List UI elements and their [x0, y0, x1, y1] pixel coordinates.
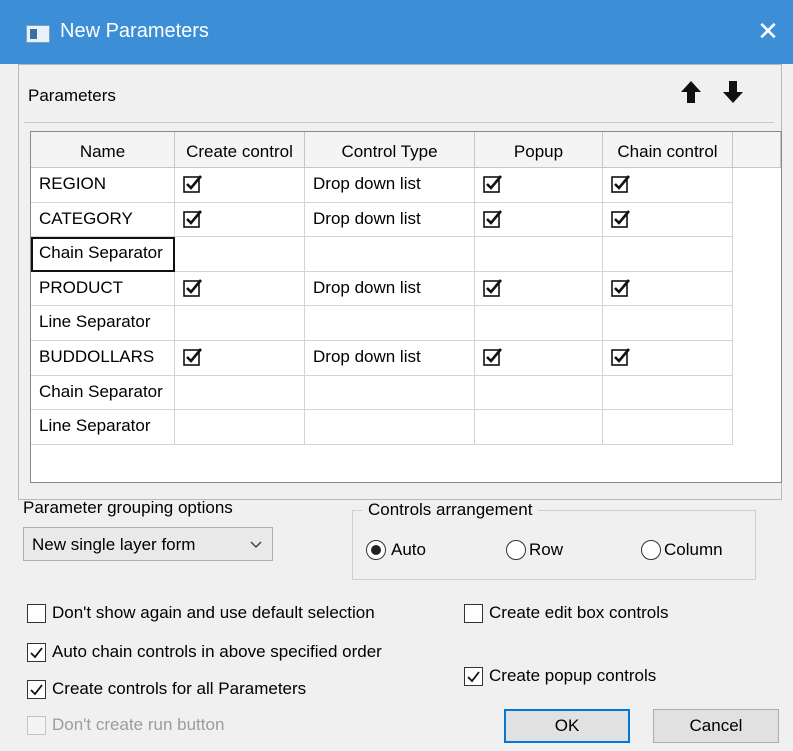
cell-create-control[interactable] [175, 410, 305, 445]
cell-chain-control[interactable] [603, 168, 733, 203]
checkbox-checked-icon[interactable] [611, 174, 631, 194]
cell-create-control[interactable] [175, 375, 305, 411]
cell-create-control[interactable] [175, 306, 305, 341]
create-all-label: Create controls for all Parameters [52, 679, 307, 698]
no-run-button-checkbox [27, 716, 46, 735]
check-icon [467, 671, 480, 683]
cell-chain-control[interactable] [603, 271, 733, 307]
cell-name[interactable]: PRODUCT [31, 271, 175, 307]
cell-chain-control[interactable] [603, 306, 733, 341]
radio-row-label: Row [529, 540, 564, 559]
divider [24, 122, 774, 123]
cell-name[interactable]: REGION [31, 168, 175, 203]
checkbox-checked-icon[interactable] [183, 278, 203, 298]
cell-name[interactable]: BUDDOLLARS [31, 341, 175, 376]
checkbox-checked-icon[interactable] [483, 347, 503, 367]
arrangement-label: Controls arrangement [362, 500, 539, 520]
grouping-label: Parameter grouping options [23, 498, 233, 517]
checkbox-checked-icon[interactable] [611, 278, 631, 298]
cell-create-control[interactable] [175, 271, 305, 307]
cell-chain-control[interactable] [603, 375, 733, 411]
parameters-grid[interactable]: Name Create control Control Type Popup Chain… [30, 131, 782, 483]
auto-chain-label: Auto chain controls in above specified o… [52, 642, 382, 661]
cell-chain-control[interactable] [603, 202, 733, 238]
radio-column[interactable] [641, 540, 661, 560]
create-all-checkbox[interactable] [27, 680, 46, 699]
radio-column-label: Column [664, 540, 723, 559]
cell-popup[interactable] [475, 271, 603, 307]
header-name[interactable]: Name [31, 132, 175, 168]
radio-auto-label: Auto [391, 540, 426, 559]
arrow-down-icon[interactable] [720, 78, 746, 106]
checkbox-checked-icon[interactable] [183, 209, 203, 229]
close-icon[interactable]: ✕ [751, 14, 785, 48]
cell-popup[interactable] [475, 168, 603, 203]
chevron-down-icon [250, 541, 262, 548]
cell-control-type[interactable]: Drop down list [305, 202, 475, 238]
radio-auto[interactable] [366, 540, 386, 560]
no-run-button-label: Don't create run button [52, 715, 225, 734]
grouping-value: New single layer form [32, 535, 196, 554]
grouping-dropdown[interactable]: New single layer form [23, 527, 273, 561]
header-control-type[interactable]: Control Type [305, 132, 475, 168]
checkbox-checked-icon[interactable] [183, 347, 203, 367]
cell-chain-control[interactable] [603, 341, 733, 376]
cell-name[interactable]: CATEGORY [31, 202, 175, 238]
header-create-control[interactable]: Create control [175, 132, 305, 168]
checkbox-checked-icon[interactable] [483, 278, 503, 298]
arrow-up-icon[interactable] [678, 78, 704, 106]
edit-box-label: Create edit box controls [489, 603, 669, 622]
popup-controls-label: Create popup controls [489, 666, 657, 685]
cell-control-type[interactable]: Drop down list [305, 341, 475, 376]
cell-name[interactable]: Line Separator [31, 410, 175, 445]
checkbox-checked-icon[interactable] [611, 347, 631, 367]
cell-create-control[interactable] [175, 168, 305, 203]
dont-show-label: Don't show again and use default selecti… [52, 603, 375, 622]
cell-popup[interactable] [475, 306, 603, 341]
cell-create-control[interactable] [175, 237, 305, 272]
app-icon [26, 25, 50, 43]
auto-chain-checkbox[interactable] [27, 643, 46, 662]
cell-chain-control[interactable] [603, 237, 733, 272]
cell-popup[interactable] [475, 375, 603, 411]
popup-controls-checkbox[interactable] [464, 667, 483, 686]
cell-control-type[interactable] [305, 306, 475, 341]
title-bar: New Parameters ✕ [0, 0, 793, 64]
cell-control-type[interactable]: Drop down list [305, 271, 475, 307]
cell-create-control[interactable] [175, 341, 305, 376]
cell-control-type[interactable] [305, 237, 475, 272]
check-icon [30, 684, 43, 696]
header-filler [733, 132, 781, 168]
cell-popup[interactable] [475, 341, 603, 376]
cell-create-control[interactable] [175, 202, 305, 238]
radio-row[interactable] [506, 540, 526, 560]
cancel-button[interactable]: Cancel [653, 709, 779, 743]
checkbox-checked-icon[interactable] [483, 174, 503, 194]
checkbox-checked-icon[interactable] [483, 209, 503, 229]
cell-control-type[interactable] [305, 375, 475, 411]
checkbox-checked-icon[interactable] [611, 209, 631, 229]
cell-popup[interactable] [475, 237, 603, 272]
window-title: New Parameters [60, 20, 209, 42]
cell-chain-control[interactable] [603, 410, 733, 445]
parameters-label: Parameters [28, 86, 116, 105]
cell-popup[interactable] [475, 202, 603, 238]
edit-box-checkbox[interactable] [464, 604, 483, 623]
cell-control-type[interactable] [305, 410, 475, 445]
ok-button[interactable]: OK [504, 709, 630, 743]
dont-show-checkbox[interactable] [27, 604, 46, 623]
cell-popup[interactable] [475, 410, 603, 445]
check-icon [30, 647, 43, 659]
checkbox-checked-icon[interactable] [183, 174, 203, 194]
cell-name-selected[interactable]: Chain Separator [31, 237, 175, 272]
header-popup[interactable]: Popup [475, 132, 603, 168]
cell-control-type[interactable]: Drop down list [305, 168, 475, 203]
cell-name[interactable]: Chain Separator [31, 375, 175, 411]
cell-name[interactable]: Line Separator [31, 306, 175, 341]
header-chain-control[interactable]: Chain control [603, 132, 733, 168]
